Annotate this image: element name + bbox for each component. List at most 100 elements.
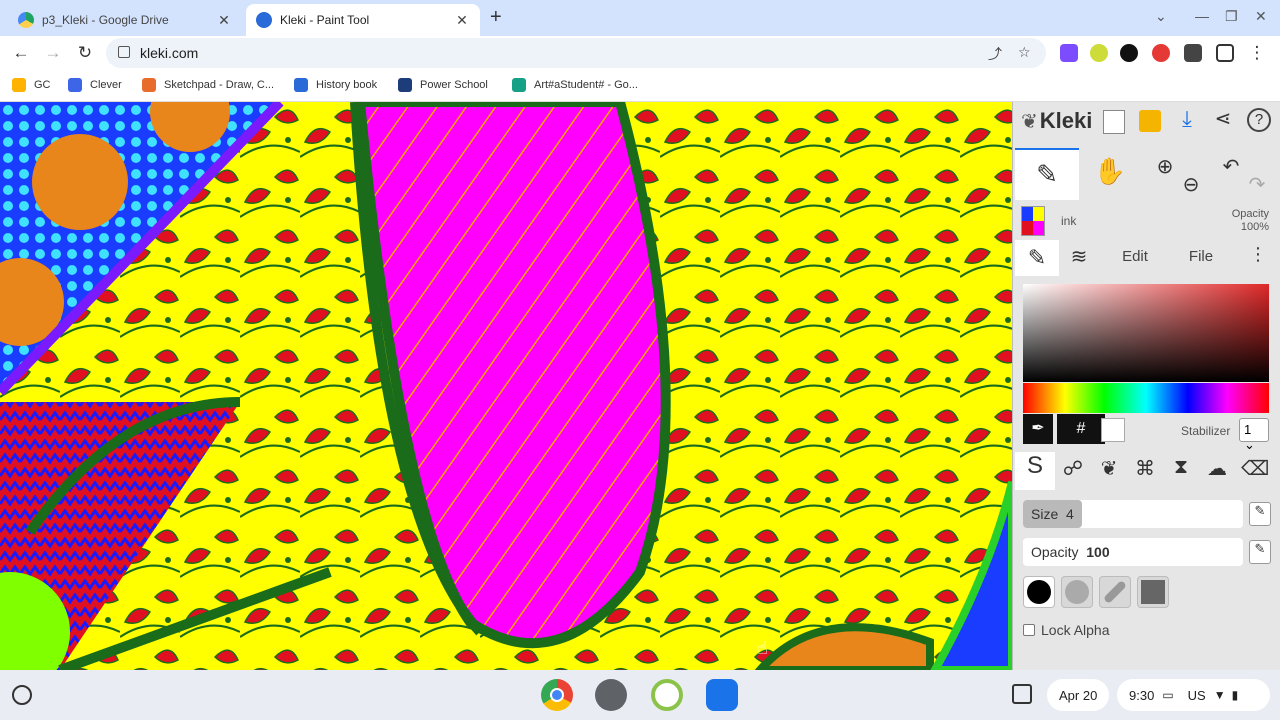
timer-app-icon[interactable] bbox=[651, 679, 683, 711]
opacity-value: 100% bbox=[1240, 221, 1269, 233]
bookmark-gc[interactable]: GC bbox=[12, 78, 51, 92]
bookmark-power-school[interactable]: Power School bbox=[398, 78, 488, 92]
bookmark-history-book[interactable]: History book bbox=[294, 78, 377, 92]
minimize-icon[interactable]: — bbox=[1195, 8, 1209, 24]
tab-search-icon[interactable]: ⌄ bbox=[1155, 8, 1167, 25]
download-icon[interactable]: ⤓ bbox=[1175, 106, 1199, 132]
current-color-swatch[interactable] bbox=[1101, 418, 1125, 442]
tab-title: p3_Kleki - Google Drive bbox=[42, 13, 169, 27]
settings-app-icon[interactable] bbox=[595, 679, 627, 711]
tab-edit[interactable]: Edit bbox=[1113, 248, 1157, 265]
brush-tab-icon[interactable]: ✎ bbox=[1015, 240, 1059, 276]
bookmark-label: Art#aStudent# - Go... bbox=[534, 79, 638, 91]
zoom-in-icon[interactable]: ⊕ bbox=[1153, 154, 1177, 179]
layer-thumbnail[interactable] bbox=[1021, 206, 1045, 236]
extension-icon[interactable] bbox=[1060, 44, 1078, 62]
size-edit-icon[interactable]: ✎ bbox=[1249, 502, 1271, 526]
help-icon[interactable]: ? bbox=[1247, 108, 1271, 132]
eraser-icon[interactable]: ⌫ bbox=[1241, 456, 1269, 481]
os-shelf: Apr 20 9:30 ▭ US ▼ ▮ ☝ bbox=[0, 638, 1280, 720]
chrome-center bbox=[550, 688, 564, 702]
blend-brush-icon[interactable]: ☍ bbox=[1059, 456, 1087, 481]
files-app-icon[interactable] bbox=[706, 679, 738, 711]
power-extension-icon[interactable] bbox=[1120, 44, 1138, 62]
tab-file[interactable]: File bbox=[1179, 248, 1223, 265]
kleki-logo[interactable]: ❦ Kleki bbox=[1021, 108, 1092, 134]
square-tip-icon bbox=[1141, 580, 1165, 604]
extension-icon[interactable] bbox=[1090, 44, 1108, 62]
stabilizer-value: 1 bbox=[1244, 422, 1252, 437]
tab-kleki[interactable]: Kleki - Paint Tool ✕ bbox=[246, 4, 480, 36]
bookmark-icon bbox=[68, 78, 82, 92]
size-label: Size bbox=[1031, 506, 1059, 522]
lock-alpha-checkbox[interactable] bbox=[1023, 624, 1035, 636]
open-folder-icon[interactable] bbox=[1139, 110, 1161, 132]
pixel-brush-icon[interactable]: ⌘ bbox=[1131, 456, 1159, 481]
opacity-label: Opacity bbox=[1231, 208, 1269, 220]
hand-tool-icon[interactable]: ✋ bbox=[1093, 156, 1127, 187]
soft-tip-button[interactable] bbox=[1061, 576, 1093, 608]
share-icon[interactable]: ⤴ bbox=[988, 44, 1002, 64]
bookmark-icon bbox=[398, 78, 412, 92]
extension-icon[interactable] bbox=[1152, 44, 1170, 62]
hex-input-button[interactable]: # bbox=[1057, 414, 1105, 444]
reload-icon[interactable]: ↻ bbox=[74, 42, 96, 64]
brush-name: ink bbox=[1061, 214, 1077, 228]
bookmark-clever[interactable]: Clever bbox=[68, 78, 122, 92]
pressure-toggle-button[interactable] bbox=[1099, 576, 1131, 608]
bookmark-label: Sketchpad - Draw, C... bbox=[164, 79, 275, 91]
new-tab-icon[interactable]: + bbox=[490, 6, 502, 29]
menu-dots-icon[interactable]: ⋮ bbox=[1246, 42, 1268, 64]
kleki-panel: ❦ Kleki ⤓ ⋖ ? ✎ ✋ ⊕ ⊖ ↶ ↷ ink Opacity 100… bbox=[1012, 102, 1280, 670]
forward-icon[interactable]: → bbox=[42, 42, 64, 64]
stabilizer-select[interactable]: 1 ⌄ bbox=[1239, 418, 1269, 452]
cursor-hand-icon: ☝ bbox=[757, 638, 768, 658]
square-tip-button[interactable] bbox=[1137, 576, 1169, 608]
address-bar[interactable]: kleki.com ⤴ ☆ bbox=[106, 38, 1046, 68]
chrome-app-icon[interactable] bbox=[541, 679, 573, 711]
zoom-out-icon[interactable]: ⊖ bbox=[1179, 172, 1203, 197]
pressure-icon bbox=[1102, 579, 1128, 605]
bookmark-art-student[interactable]: Art#aStudent# - Go... bbox=[512, 78, 638, 92]
extensions-puzzle-icon[interactable] bbox=[1184, 44, 1202, 62]
share-icon[interactable]: ⋖ bbox=[1211, 106, 1235, 131]
bookmark-star-icon[interactable]: ☆ bbox=[1018, 44, 1031, 61]
layers-tab-icon[interactable]: ≋ bbox=[1065, 244, 1093, 269]
bookmark-sketchpad[interactable]: Sketchpad - Draw, C... bbox=[142, 78, 274, 92]
eyedropper-icon[interactable]: ✒ bbox=[1023, 414, 1053, 444]
brush-tool-icon[interactable]: ✎ bbox=[1015, 148, 1079, 200]
round-tip-button[interactable] bbox=[1023, 576, 1055, 608]
back-icon[interactable]: ← bbox=[10, 42, 32, 64]
sketchy-brush-icon[interactable]: ❦ bbox=[1095, 456, 1123, 481]
close-tab-icon[interactable]: ✕ bbox=[216, 12, 232, 29]
bookmark-label: History book bbox=[316, 79, 378, 91]
holding-space-icon[interactable] bbox=[1012, 684, 1032, 704]
opacity-edit-icon[interactable]: ✎ bbox=[1249, 540, 1271, 564]
launcher-icon[interactable] bbox=[12, 685, 32, 705]
chemy-brush-icon[interactable]: ⧗ bbox=[1167, 456, 1195, 479]
smudge-brush-icon[interactable]: ☁ bbox=[1203, 456, 1231, 481]
tab-google-drive[interactable]: p3_Kleki - Google Drive ✕ bbox=[8, 4, 242, 36]
opacity-slider[interactable]: Opacity 100 bbox=[1023, 538, 1243, 566]
lock-alpha-row[interactable]: Lock Alpha bbox=[1023, 622, 1110, 638]
soft-tip-icon bbox=[1065, 580, 1089, 604]
date-pill[interactable]: Apr 20 bbox=[1047, 679, 1110, 711]
more-icon[interactable]: ⋮ bbox=[1249, 244, 1267, 265]
new-image-icon[interactable] bbox=[1103, 110, 1125, 134]
redo-icon[interactable]: ↷ bbox=[1245, 172, 1269, 197]
maximize-icon[interactable]: ❐ bbox=[1225, 8, 1238, 25]
close-tab-icon[interactable]: ✕ bbox=[454, 12, 470, 29]
drawing-canvas[interactable] bbox=[0, 102, 1012, 670]
side-panel-icon[interactable] bbox=[1216, 44, 1234, 62]
brush-opacity-label: Opacity bbox=[1031, 544, 1079, 560]
hue-slider[interactable] bbox=[1023, 383, 1269, 413]
size-slider[interactable]: Size 4 bbox=[1023, 500, 1243, 528]
close-window-icon[interactable]: ✕ bbox=[1255, 8, 1267, 25]
pen-brush-icon[interactable]: S bbox=[1015, 452, 1055, 490]
bookmark-icon bbox=[294, 78, 308, 92]
color-saturation-picker[interactable] bbox=[1023, 284, 1269, 382]
site-info-icon[interactable] bbox=[118, 46, 130, 58]
artwork bbox=[0, 102, 1012, 670]
status-tray[interactable]: 9:30 ▭ US ▼ ▮ bbox=[1117, 679, 1270, 711]
undo-icon[interactable]: ↶ bbox=[1219, 154, 1243, 179]
